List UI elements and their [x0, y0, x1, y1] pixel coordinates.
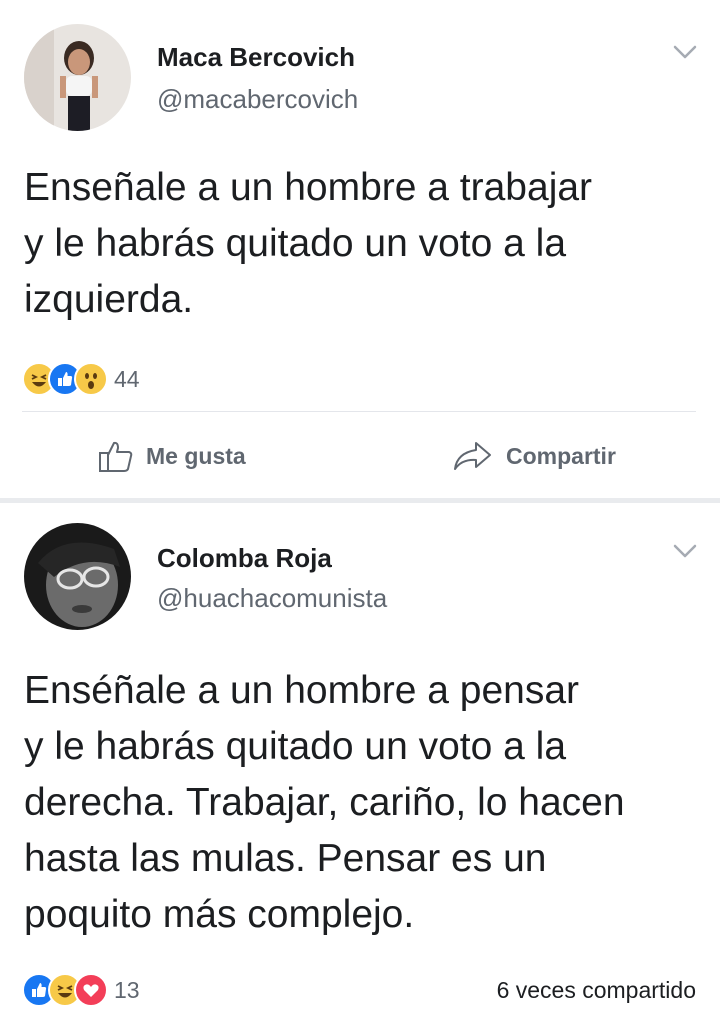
- author-name[interactable]: Maca Bercovich: [157, 42, 355, 73]
- share-button[interactable]: Compartir: [452, 436, 616, 476]
- chevron-down-icon[interactable]: [672, 543, 698, 559]
- reaction-summary[interactable]: 13: [22, 973, 140, 1007]
- post-text-line: y le habrás quitado un voto a la: [24, 725, 567, 768]
- author-handle[interactable]: @huachacomunista: [157, 583, 387, 614]
- wow-icon: [74, 362, 108, 396]
- author-handle[interactable]: @macabercovich: [157, 84, 358, 115]
- post-text-line: Enseñale a un hombre a trabajar: [24, 166, 593, 209]
- share-arrow-icon: [454, 442, 491, 470]
- post-text-line: y le habrás quitado un voto a la: [24, 222, 567, 265]
- thumbs-up-icon: [99, 441, 133, 472]
- reaction-count: 13: [114, 976, 140, 1003]
- love-icon: [74, 973, 108, 1007]
- post-text: Enséñale a un hombre a pensar y le habrá…: [24, 663, 700, 943]
- post-text-line: Enséñale a un hombre a pensar: [24, 669, 580, 712]
- post-text-line: izquierda.: [24, 278, 194, 321]
- post-text-line: hasta las mulas. Pensar es un: [24, 837, 547, 880]
- share-label: Compartir: [506, 442, 616, 469]
- chevron-down-icon[interactable]: [672, 44, 698, 60]
- share-count[interactable]: 6 veces compartido: [497, 977, 696, 1004]
- reaction-summary[interactable]: 44: [22, 362, 140, 396]
- post-text: Enseñale a un hombre a trabajar y le hab…: [24, 160, 700, 328]
- divider: [22, 411, 696, 412]
- author-name[interactable]: Colomba Roja: [157, 543, 332, 574]
- avatar[interactable]: [24, 24, 131, 131]
- avatar[interactable]: [24, 523, 131, 630]
- post-maca: Maca Bercovich @macabercovich Enseñale a…: [0, 0, 720, 498]
- post-text-line: poquito más complejo.: [24, 893, 415, 936]
- post-colomba: Colomba Roja @huachacomunista Enséñale a…: [0, 503, 720, 1029]
- like-label: Me gusta: [146, 442, 246, 469]
- reaction-count: 44: [114, 365, 140, 392]
- post-text-line: derecha. Trabajar, cariño, lo hacen: [24, 781, 625, 824]
- like-button[interactable]: Me gusta: [98, 436, 246, 476]
